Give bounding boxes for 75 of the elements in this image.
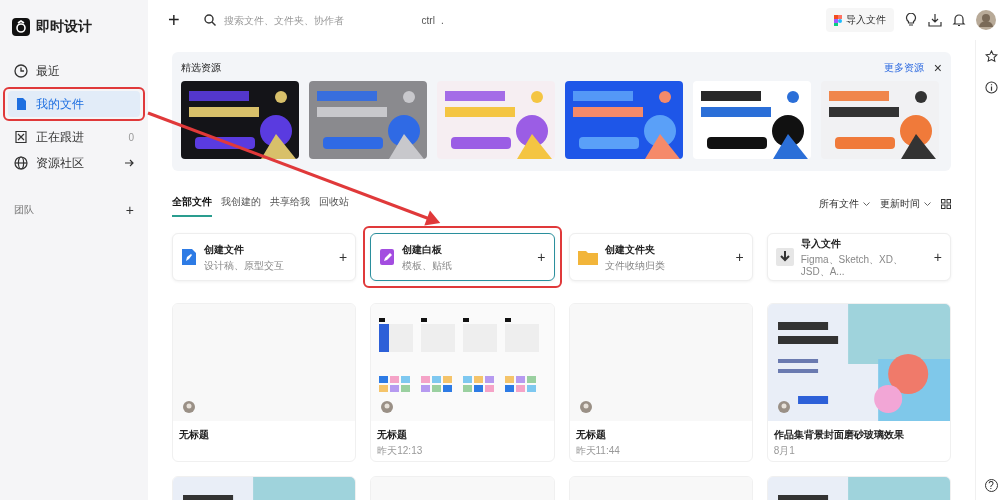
sidebar-item[interactable]: 正在跟进 0 (8, 124, 140, 150)
card-subtitle: 设计稿、原型交互 (204, 259, 285, 272)
filter-dropdown[interactable]: 所有文件 (819, 197, 870, 211)
tab[interactable]: 共享给我 (270, 191, 310, 217)
search-field[interactable]: 搜索文件、文件夹、协作者 (221, 13, 416, 27)
close-button[interactable]: × (933, 60, 942, 76)
card-title: 导入文件 (800, 237, 842, 251)
file-time: 8月1 (772, 444, 796, 458)
card-title: 创建白板 (402, 242, 444, 257)
panel-title: 精选资源 (181, 61, 222, 75)
avatar (183, 401, 195, 413)
add-team-button[interactable]: + (125, 202, 134, 218)
new-button[interactable]: + (160, 8, 188, 32)
create-card[interactable]: 创建文件夹 文件收纳归类 + (568, 233, 753, 281)
card-subtitle: 模板、贴纸 (402, 259, 454, 272)
avatar (579, 401, 592, 413)
file-time: 昨天12:13 (376, 444, 424, 458)
blank-thumbnail[interactable] (173, 304, 356, 421)
sidebar-item[interactable]: 资源社区 (8, 150, 140, 176)
shortcut-key: . (440, 14, 444, 26)
file-title: 无标题 (178, 428, 210, 442)
help-button[interactable]: ? (984, 479, 998, 492)
more-link[interactable]: 更多资源 (883, 61, 924, 75)
star-icon[interactable] (984, 50, 998, 63)
folder-icon (577, 249, 598, 265)
card-title: 创建文件夹 (604, 242, 656, 257)
file-title: 无标题 (574, 428, 607, 442)
add-button[interactable]: + (537, 249, 546, 265)
avatar (777, 401, 790, 413)
file-card[interactable]: 作品集背景封面磨砂玻璃效果 8月1 (766, 303, 951, 462)
create-card[interactable]: 创建文件 设计稿、原型交互 + (172, 233, 357, 281)
file-title: 无标题 (376, 428, 409, 442)
avatar[interactable] (976, 10, 996, 30)
app-name: 即时设计 (36, 18, 92, 36)
lightbulb-icon[interactable] (904, 13, 918, 27)
download-icon[interactable] (928, 13, 942, 27)
file-card[interactable]: 无标题 昨天12:13 (370, 303, 555, 462)
file-time: 昨天11:44 (574, 444, 621, 458)
file-card[interactable]: 无标题 (172, 303, 357, 462)
pen-file-icon (181, 248, 197, 266)
download-icon (775, 248, 794, 266)
blank-thumbnail[interactable] (569, 304, 752, 421)
card-subtitle: Figma、Sketch、XD、JSD、A... (800, 254, 904, 277)
create-card[interactable]: 导入文件 Figma、Sketch、XD、JSD、A... + (766, 233, 951, 281)
filter-dropdown[interactable]: 更新时间 (880, 197, 931, 211)
card-title: 创建文件 (204, 242, 245, 257)
avatar (381, 401, 394, 413)
tab[interactable]: 我创建的 (221, 191, 261, 217)
sidebar-item[interactable]: 我的文件 (8, 91, 140, 117)
pencil-board-icon (379, 248, 396, 266)
file-icon (14, 97, 28, 111)
add-button[interactable]: + (933, 249, 942, 265)
chevron-down-icon (863, 201, 870, 207)
card-subtitle: 文件收纳归类 (604, 259, 666, 272)
chevron-down-icon (924, 201, 931, 207)
sidebar-item[interactable]: 最近 (8, 58, 140, 84)
import-button[interactable]: 导入文件 (826, 8, 894, 32)
info-icon[interactable] (984, 81, 998, 94)
file-title: 作品集背景封面磨砂玻璃效果 (772, 428, 905, 442)
bell-icon[interactable] (952, 13, 966, 27)
grid-view-icon[interactable] (941, 199, 951, 209)
file-card[interactable]: 无标题 昨天11:44 (568, 303, 753, 462)
create-card[interactable]: 创建白板 模板、贴纸 + (370, 233, 555, 281)
logo-icon (12, 18, 30, 36)
tab[interactable]: 回收站 (319, 191, 349, 217)
globe-icon (14, 156, 28, 170)
add-button[interactable]: + (735, 249, 744, 265)
section-label: 团队 (14, 203, 34, 217)
tab[interactable]: 全部文件 (172, 191, 212, 217)
add-button[interactable]: + (339, 249, 348, 265)
search-icon (203, 14, 216, 26)
follow-count: 0 (128, 131, 134, 143)
import-logo-icon (834, 14, 842, 26)
shortcut-key: ctrl (421, 14, 435, 26)
clock-icon (14, 64, 28, 78)
